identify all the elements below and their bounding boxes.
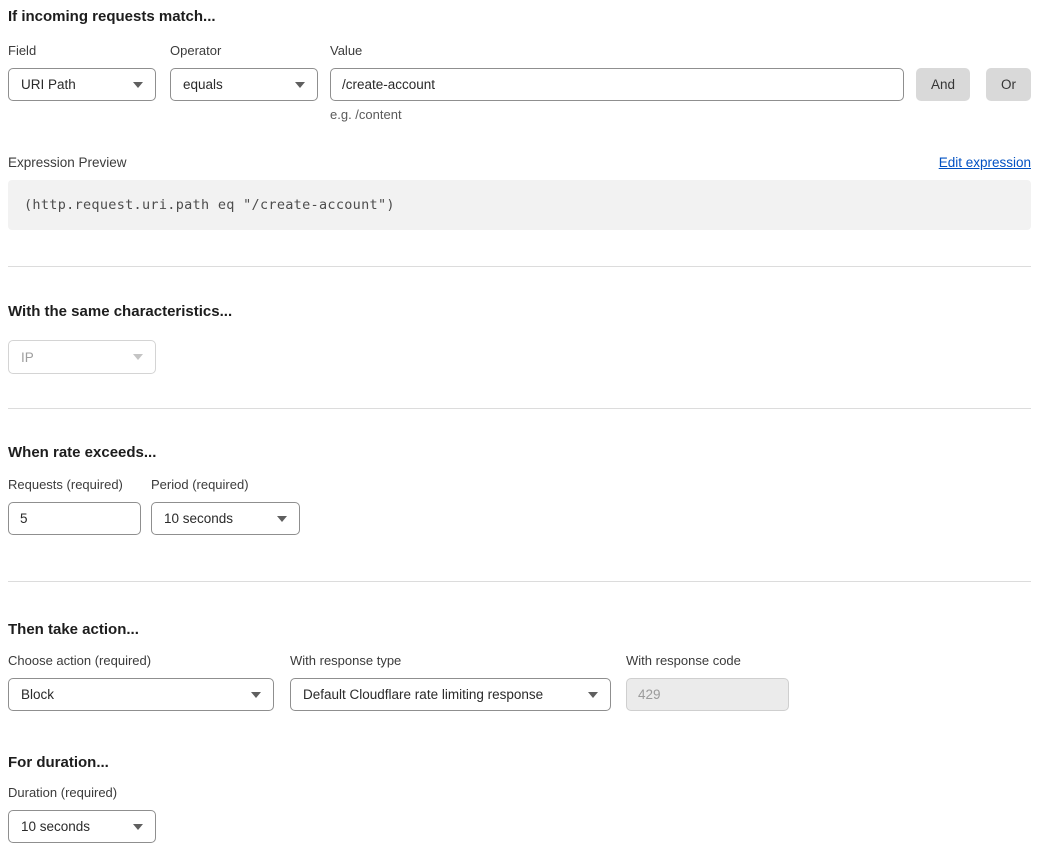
chevron-down-icon [133, 824, 143, 830]
operator-select[interactable]: equals [170, 68, 318, 101]
duration-group: Duration (required) 10 seconds [8, 785, 1031, 843]
chevron-down-icon [251, 692, 261, 698]
chevron-down-icon [133, 354, 143, 360]
action-select[interactable]: Block [8, 678, 274, 711]
match-condition-row: Field URI Path Operator equals Value e.g… [8, 43, 1031, 123]
field-group: Field URI Path [8, 43, 156, 101]
action-row: Choose action (required) Block With resp… [8, 653, 1031, 711]
edit-expression-link[interactable]: Edit expression [939, 155, 1031, 170]
choose-action-group: Choose action (required) Block [8, 653, 274, 711]
requests-group: Requests (required) [8, 477, 141, 535]
period-select-value: 10 seconds [164, 511, 233, 526]
operator-group: Operator equals [170, 43, 318, 101]
response-code-input [626, 678, 789, 711]
match-section-title: If incoming requests match... [8, 8, 1031, 26]
rate-limit-rule-form: If incoming requests match... Field URI … [8, 8, 1031, 843]
chevron-down-icon [588, 692, 598, 698]
and-button[interactable]: And [916, 68, 970, 101]
action-section-title: Then take action... [8, 621, 1031, 639]
response-type-select[interactable]: Default Cloudflare rate limiting respons… [290, 678, 611, 711]
choose-action-label: Choose action (required) [8, 653, 274, 669]
expression-preview-box: (http.request.uri.path eq "/create-accou… [8, 180, 1031, 230]
field-label: Field [8, 43, 156, 59]
field-select-value: URI Path [21, 77, 76, 92]
operator-select-value: equals [183, 77, 223, 92]
action-select-value: Block [21, 687, 54, 702]
duration-section-title: For duration... [8, 754, 1031, 772]
expression-code: (http.request.uri.path eq "/create-accou… [24, 197, 395, 213]
chevron-down-icon [277, 516, 287, 522]
requests-input[interactable] [8, 502, 141, 535]
response-code-group: With response code [626, 653, 789, 711]
or-button[interactable]: Or [986, 68, 1031, 101]
response-type-label: With response type [290, 653, 611, 669]
period-group: Period (required) 10 seconds [151, 477, 300, 535]
expression-preview-header: Expression Preview Edit expression [8, 155, 1031, 170]
section-divider [8, 581, 1031, 582]
rate-section-title: When rate exceeds... [8, 444, 1031, 462]
duration-select-value: 10 seconds [21, 819, 90, 834]
chevron-down-icon [295, 82, 305, 88]
rate-row: Requests (required) Period (required) 10… [8, 477, 1031, 535]
characteristics-section-title: With the same characteristics... [8, 303, 1031, 321]
response-type-group: With response type Default Cloudflare ra… [290, 653, 611, 711]
period-select[interactable]: 10 seconds [151, 502, 300, 535]
period-label: Period (required) [151, 477, 300, 493]
operator-label: Operator [170, 43, 318, 59]
value-input[interactable] [330, 68, 904, 101]
characteristic-select: IP [8, 340, 156, 374]
response-code-label: With response code [626, 653, 789, 669]
field-select[interactable]: URI Path [8, 68, 156, 101]
section-divider [8, 408, 1031, 409]
duration-label: Duration (required) [8, 785, 1031, 801]
section-divider [8, 266, 1031, 267]
chevron-down-icon [133, 82, 143, 88]
value-group: Value e.g. /content [330, 43, 904, 123]
value-label: Value [330, 43, 904, 59]
characteristic-select-value: IP [21, 350, 34, 365]
requests-label: Requests (required) [8, 477, 141, 493]
response-type-select-value: Default Cloudflare rate limiting respons… [303, 687, 543, 702]
value-hint: e.g. /content [330, 107, 904, 123]
duration-select[interactable]: 10 seconds [8, 810, 156, 843]
expression-preview-label: Expression Preview [8, 155, 127, 170]
